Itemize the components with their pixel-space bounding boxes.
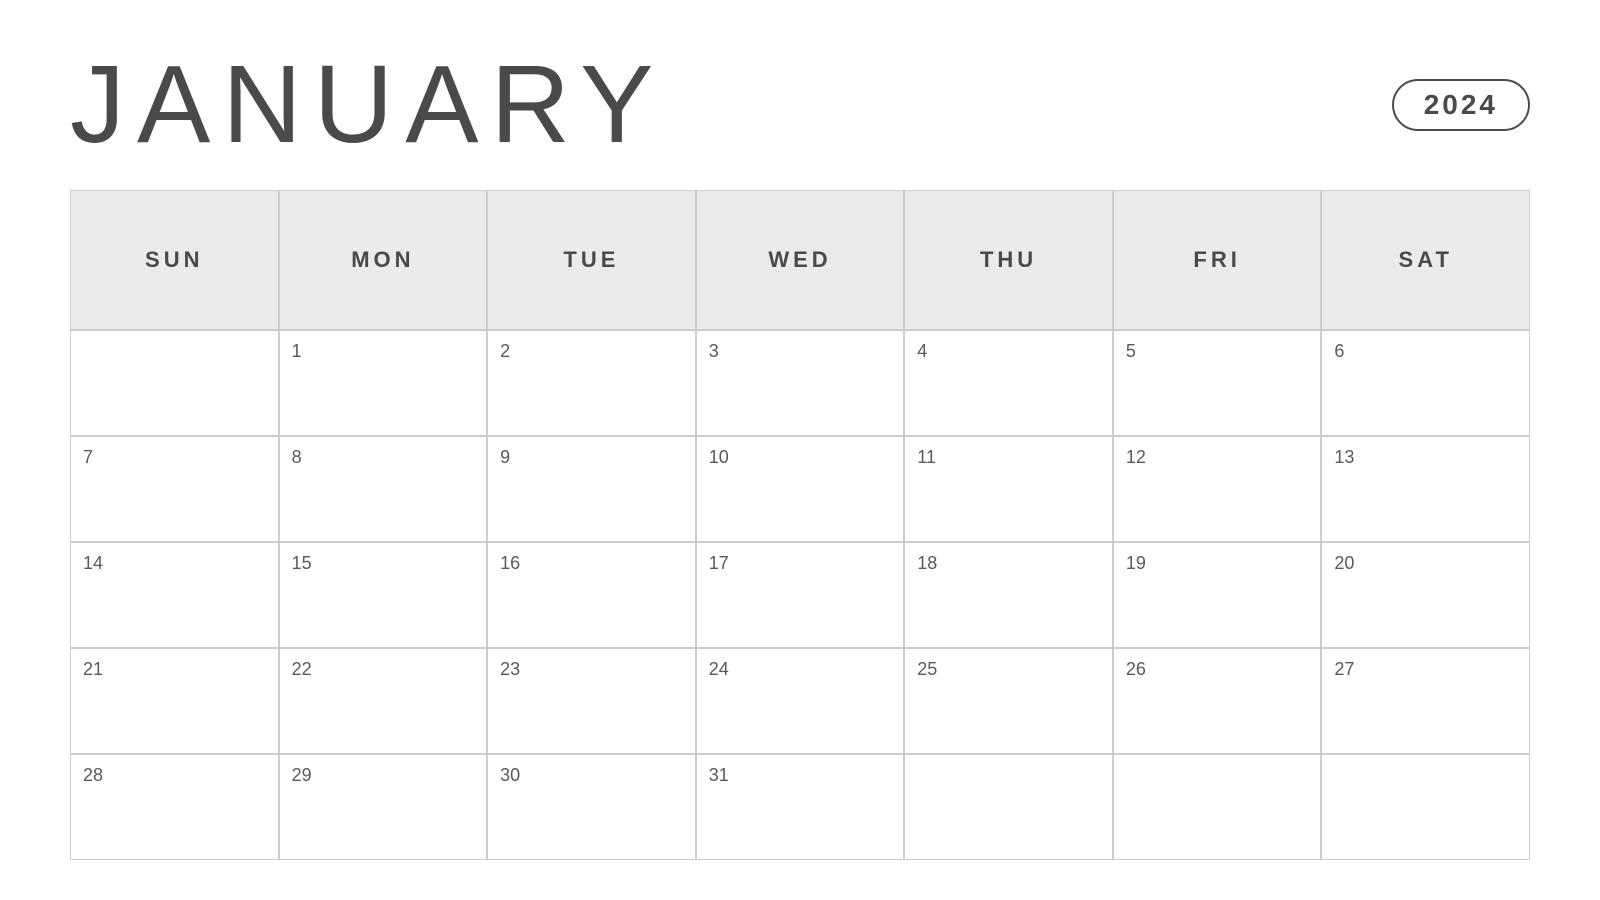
day-cell-27[interactable]: 27: [1321, 648, 1530, 754]
day-number: 30: [500, 765, 520, 786]
day-number: 14: [83, 553, 103, 574]
day-number: 9: [500, 447, 510, 468]
day-cell-3[interactable]: 3: [696, 330, 905, 436]
empty-cell: [1113, 754, 1322, 860]
day-cell-13[interactable]: 13: [1321, 436, 1530, 542]
day-header-sun: SUN: [70, 190, 279, 330]
day-cell-31[interactable]: 31: [696, 754, 905, 860]
empty-cell: [70, 330, 279, 436]
day-cell-16[interactable]: 16: [487, 542, 696, 648]
day-number: 4: [917, 341, 927, 362]
day-number: 15: [292, 553, 312, 574]
day-number: 23: [500, 659, 520, 680]
day-cell-11[interactable]: 11: [904, 436, 1113, 542]
year-badge: 2024: [1392, 79, 1530, 131]
calendar-header: JANUARY 2024: [70, 50, 1530, 160]
day-cell-26[interactable]: 26: [1113, 648, 1322, 754]
day-number: 11: [917, 447, 936, 468]
day-number: 6: [1334, 341, 1344, 362]
day-cell-22[interactable]: 22: [279, 648, 488, 754]
day-cell-23[interactable]: 23: [487, 648, 696, 754]
day-cell-19[interactable]: 19: [1113, 542, 1322, 648]
empty-cell: [904, 754, 1113, 860]
day-header-wed: WED: [696, 190, 905, 330]
day-number: 25: [917, 659, 937, 680]
day-cell-14[interactable]: 14: [70, 542, 279, 648]
day-header-fri: FRI: [1113, 190, 1322, 330]
day-number: 12: [1126, 447, 1146, 468]
day-number: 5: [1126, 341, 1136, 362]
day-cell-25[interactable]: 25: [904, 648, 1113, 754]
day-cell-6[interactable]: 6: [1321, 330, 1530, 436]
day-number: 8: [292, 447, 302, 468]
day-cell-20[interactable]: 20: [1321, 542, 1530, 648]
empty-cell: [1321, 754, 1530, 860]
day-cell-1[interactable]: 1: [279, 330, 488, 436]
day-cell-8[interactable]: 8: [279, 436, 488, 542]
day-number: 3: [709, 341, 719, 362]
calendar-container: JANUARY 2024 SUNMONTUEWEDTHUFRISAT123456…: [0, 0, 1600, 900]
day-number: 18: [917, 553, 937, 574]
day-header-tue: TUE: [487, 190, 696, 330]
day-number: 24: [709, 659, 729, 680]
day-number: 31: [709, 765, 729, 786]
day-cell-28[interactable]: 28: [70, 754, 279, 860]
day-cell-18[interactable]: 18: [904, 542, 1113, 648]
day-number: 27: [1334, 659, 1354, 680]
day-number: 29: [292, 765, 312, 786]
day-cell-10[interactable]: 10: [696, 436, 905, 542]
day-number: 28: [83, 765, 103, 786]
day-cell-15[interactable]: 15: [279, 542, 488, 648]
day-cell-30[interactable]: 30: [487, 754, 696, 860]
day-cell-12[interactable]: 12: [1113, 436, 1322, 542]
day-cell-5[interactable]: 5: [1113, 330, 1322, 436]
day-cell-9[interactable]: 9: [487, 436, 696, 542]
day-cell-29[interactable]: 29: [279, 754, 488, 860]
day-cell-24[interactable]: 24: [696, 648, 905, 754]
day-number: 19: [1126, 553, 1146, 574]
day-header-thu: THU: [904, 190, 1113, 330]
day-cell-17[interactable]: 17: [696, 542, 905, 648]
day-number: 22: [292, 659, 312, 680]
day-number: 7: [83, 447, 93, 468]
day-number: 13: [1334, 447, 1354, 468]
day-number: 10: [709, 447, 729, 468]
day-number: 26: [1126, 659, 1146, 680]
day-number: 1: [292, 341, 302, 362]
day-header-mon: MON: [279, 190, 488, 330]
month-title: JANUARY: [70, 50, 665, 160]
day-cell-4[interactable]: 4: [904, 330, 1113, 436]
day-number: 21: [83, 659, 103, 680]
day-number: 17: [709, 553, 729, 574]
day-cell-7[interactable]: 7: [70, 436, 279, 542]
day-cell-2[interactable]: 2: [487, 330, 696, 436]
day-cell-21[interactable]: 21: [70, 648, 279, 754]
day-header-sat: SAT: [1321, 190, 1530, 330]
day-number: 16: [500, 553, 520, 574]
day-number: 2: [500, 341, 510, 362]
calendar-grid: SUNMONTUEWEDTHUFRISAT1234567891011121314…: [70, 190, 1530, 860]
day-number: 20: [1334, 553, 1354, 574]
